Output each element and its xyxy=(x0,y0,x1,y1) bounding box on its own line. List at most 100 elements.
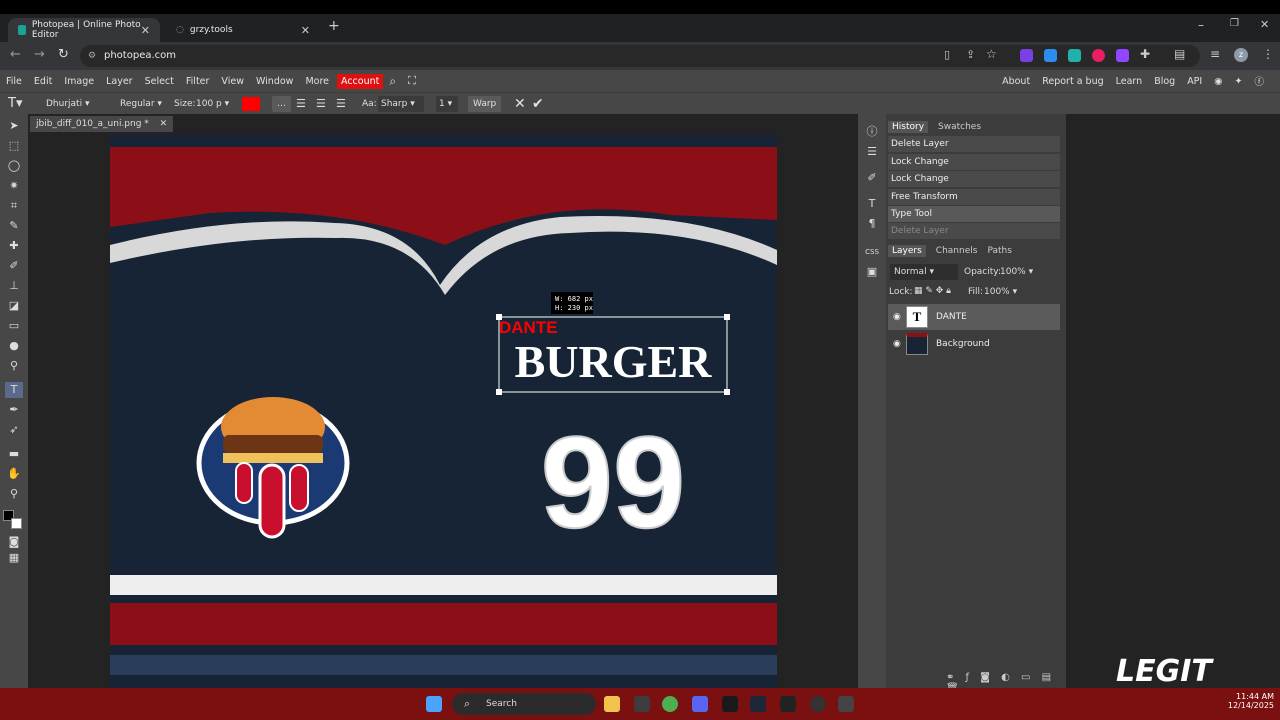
browser-tab-grzy[interactable]: ◌ grzy.tools ✕ xyxy=(166,18,320,42)
twitch-extension-icon[interactable] xyxy=(1116,49,1129,62)
blend-mode-select[interactable]: Normal ▾ xyxy=(890,264,958,280)
lock-icons[interactable]: ▦ ✎ ✥ 🔒︎ xyxy=(914,286,951,296)
character-icon[interactable]: T xyxy=(863,196,881,212)
extension-icon[interactable] xyxy=(1020,49,1033,62)
tab-channels[interactable]: Channels xyxy=(936,246,978,256)
font-family-select[interactable]: Dhurjati ▾ xyxy=(46,96,89,112)
close-tab-icon[interactable]: ✕ xyxy=(141,24,150,37)
align-left-icon[interactable]: ☰ xyxy=(296,96,306,112)
antialias-select[interactable]: Sharp ▾ xyxy=(378,96,424,112)
close-window-button[interactable]: ✕ xyxy=(1260,18,1269,31)
eraser-tool-icon[interactable]: ◪ xyxy=(5,298,23,314)
quick-mask-icon[interactable]: ◙ xyxy=(5,534,23,550)
next-app-icon[interactable] xyxy=(722,696,738,712)
warp-button[interactable]: Warp xyxy=(468,96,502,112)
document-tab[interactable]: jbib_diff_010_a_uni.png * ✕ xyxy=(30,116,174,132)
layer-row-background[interactable]: ◉ Background xyxy=(888,331,1060,357)
align-center-icon[interactable]: ☰ xyxy=(316,96,326,112)
sidebar-icon[interactable]: ▤ xyxy=(1174,47,1185,61)
clone-stamp-icon[interactable]: ⊥ xyxy=(5,278,23,294)
shape-tool-icon[interactable]: ▬ xyxy=(5,446,23,462)
steam-icon[interactable] xyxy=(750,696,766,712)
paragraph-icon[interactable]: ¶ xyxy=(863,216,881,232)
document-canvas[interactable]: W: 682 px H: 230 px DANTE BURGER 99 xyxy=(110,135,777,688)
marquee-tool-icon[interactable]: ⬚ xyxy=(5,138,23,154)
app-icon[interactable] xyxy=(838,696,854,712)
maximize-button[interactable]: ❐ xyxy=(1230,18,1239,29)
link-about[interactable]: About xyxy=(996,76,1036,87)
visibility-eye-icon[interactable]: ◉ xyxy=(893,339,901,349)
site-info-icon[interactable]: ⚙ xyxy=(88,45,96,67)
profile-avatar[interactable]: z xyxy=(1234,48,1248,62)
healing-brush-icon[interactable]: ✚ xyxy=(5,238,23,254)
adjustments-icon[interactable]: ☰ xyxy=(863,144,881,160)
windows-start-icon[interactable] xyxy=(426,696,442,712)
obs-icon[interactable] xyxy=(810,696,826,712)
text-color-swatch[interactable] xyxy=(242,97,260,111)
layer-row-dante[interactable]: ◉ T DANTE xyxy=(888,304,1060,330)
search-icon[interactable]: ⌕ xyxy=(383,74,402,89)
align-right-icon[interactable]: ☰ xyxy=(336,96,346,112)
extension-icon[interactable] xyxy=(1068,49,1081,62)
menu-view[interactable]: View xyxy=(215,76,250,87)
extension-icon[interactable] xyxy=(1092,49,1105,62)
pen-tool-icon[interactable]: ✒ xyxy=(5,402,23,418)
more-icon[interactable]: ⋮ xyxy=(1262,47,1274,61)
store-icon[interactable] xyxy=(634,696,650,712)
account-button[interactable]: Account xyxy=(337,73,384,89)
twitter-icon[interactable]: ✦ xyxy=(1229,76,1249,87)
image-icon[interactable]: ▣ xyxy=(863,264,881,280)
fill-input[interactable]: 100% ▾ xyxy=(984,287,1017,297)
font-style-select[interactable]: Regular ▾ xyxy=(120,96,162,112)
menu-filter[interactable]: Filter xyxy=(180,76,216,87)
reload-icon[interactable]: ↻ xyxy=(58,47,69,62)
link-api[interactable]: API xyxy=(1181,76,1208,87)
share-icon[interactable]: ⇪ xyxy=(966,48,975,61)
crop-tool-icon[interactable]: ⌗ xyxy=(5,198,23,214)
clock[interactable]: 11:44 AM 12/14/2025 xyxy=(1226,692,1274,710)
font-size-input[interactable]: 100 p ▾ xyxy=(196,96,229,112)
eyedropper-icon[interactable]: ✎ xyxy=(5,218,23,234)
history-item[interactable]: Lock Change xyxy=(888,154,1060,171)
type-tool-icon[interactable]: T▾ xyxy=(8,96,22,112)
dodge-tool-icon[interactable]: ⚲ xyxy=(5,358,23,374)
facebook-icon[interactable]: ⓕ xyxy=(1248,74,1270,88)
blur-tool-icon[interactable]: ● xyxy=(5,338,23,354)
path-select-icon[interactable]: ➶ xyxy=(5,422,23,438)
minimize-button[interactable]: – xyxy=(1198,18,1204,32)
link-report-bug[interactable]: Report a bug xyxy=(1036,76,1109,87)
menu-layer[interactable]: Layer xyxy=(100,76,139,87)
bookmark-star-icon[interactable]: ☆ xyxy=(986,47,997,61)
zoom-tool-icon[interactable]: ⚲ xyxy=(5,486,23,502)
history-item-current[interactable]: Type Tool xyxy=(888,206,1060,223)
cancel-icon[interactable]: ✕ xyxy=(514,96,526,112)
menu-edit[interactable]: Edit xyxy=(28,76,58,87)
reddit-icon[interactable]: ◉ xyxy=(1208,76,1228,87)
background-color-swatch[interactable] xyxy=(11,518,22,529)
extension-icon[interactable] xyxy=(1044,49,1057,62)
history-item[interactable]: Lock Change xyxy=(888,171,1060,188)
more-options-button[interactable]: … xyxy=(272,96,291,112)
close-document-icon[interactable]: ✕ xyxy=(160,119,168,129)
chrome-icon[interactable] xyxy=(662,696,678,712)
file-explorer-icon[interactable] xyxy=(604,696,620,712)
brush-tool-icon[interactable]: ✐ xyxy=(5,258,23,274)
browser-tab-photopea[interactable]: Photopea | Online Photo Editor ✕ xyxy=(8,18,160,42)
tab-history[interactable]: History xyxy=(888,121,929,133)
type-tool-icon[interactable]: T xyxy=(5,382,23,398)
info-icon[interactable]: ⓘ xyxy=(863,124,881,140)
menu-window[interactable]: Window xyxy=(250,76,299,87)
gradient-tool-icon[interactable]: ▭ xyxy=(5,318,23,334)
menu-image[interactable]: Image xyxy=(58,76,100,87)
discord-icon[interactable] xyxy=(692,696,708,712)
menu-icon[interactable]: ≡ xyxy=(1210,47,1220,61)
fullscreen-icon[interactable]: ⛶ xyxy=(402,74,422,88)
link-blog[interactable]: Blog xyxy=(1148,76,1181,87)
css-icon[interactable]: CSS xyxy=(863,244,881,260)
spacing-select[interactable]: 1 ▾ xyxy=(436,96,458,112)
taskbar-search[interactable]: ⌕ Search xyxy=(452,693,596,715)
link-learn[interactable]: Learn xyxy=(1110,76,1149,87)
move-tool-icon[interactable]: ➤ xyxy=(5,118,23,134)
forward-icon[interactable]: → xyxy=(34,47,45,62)
app-icon[interactable] xyxy=(780,696,796,712)
